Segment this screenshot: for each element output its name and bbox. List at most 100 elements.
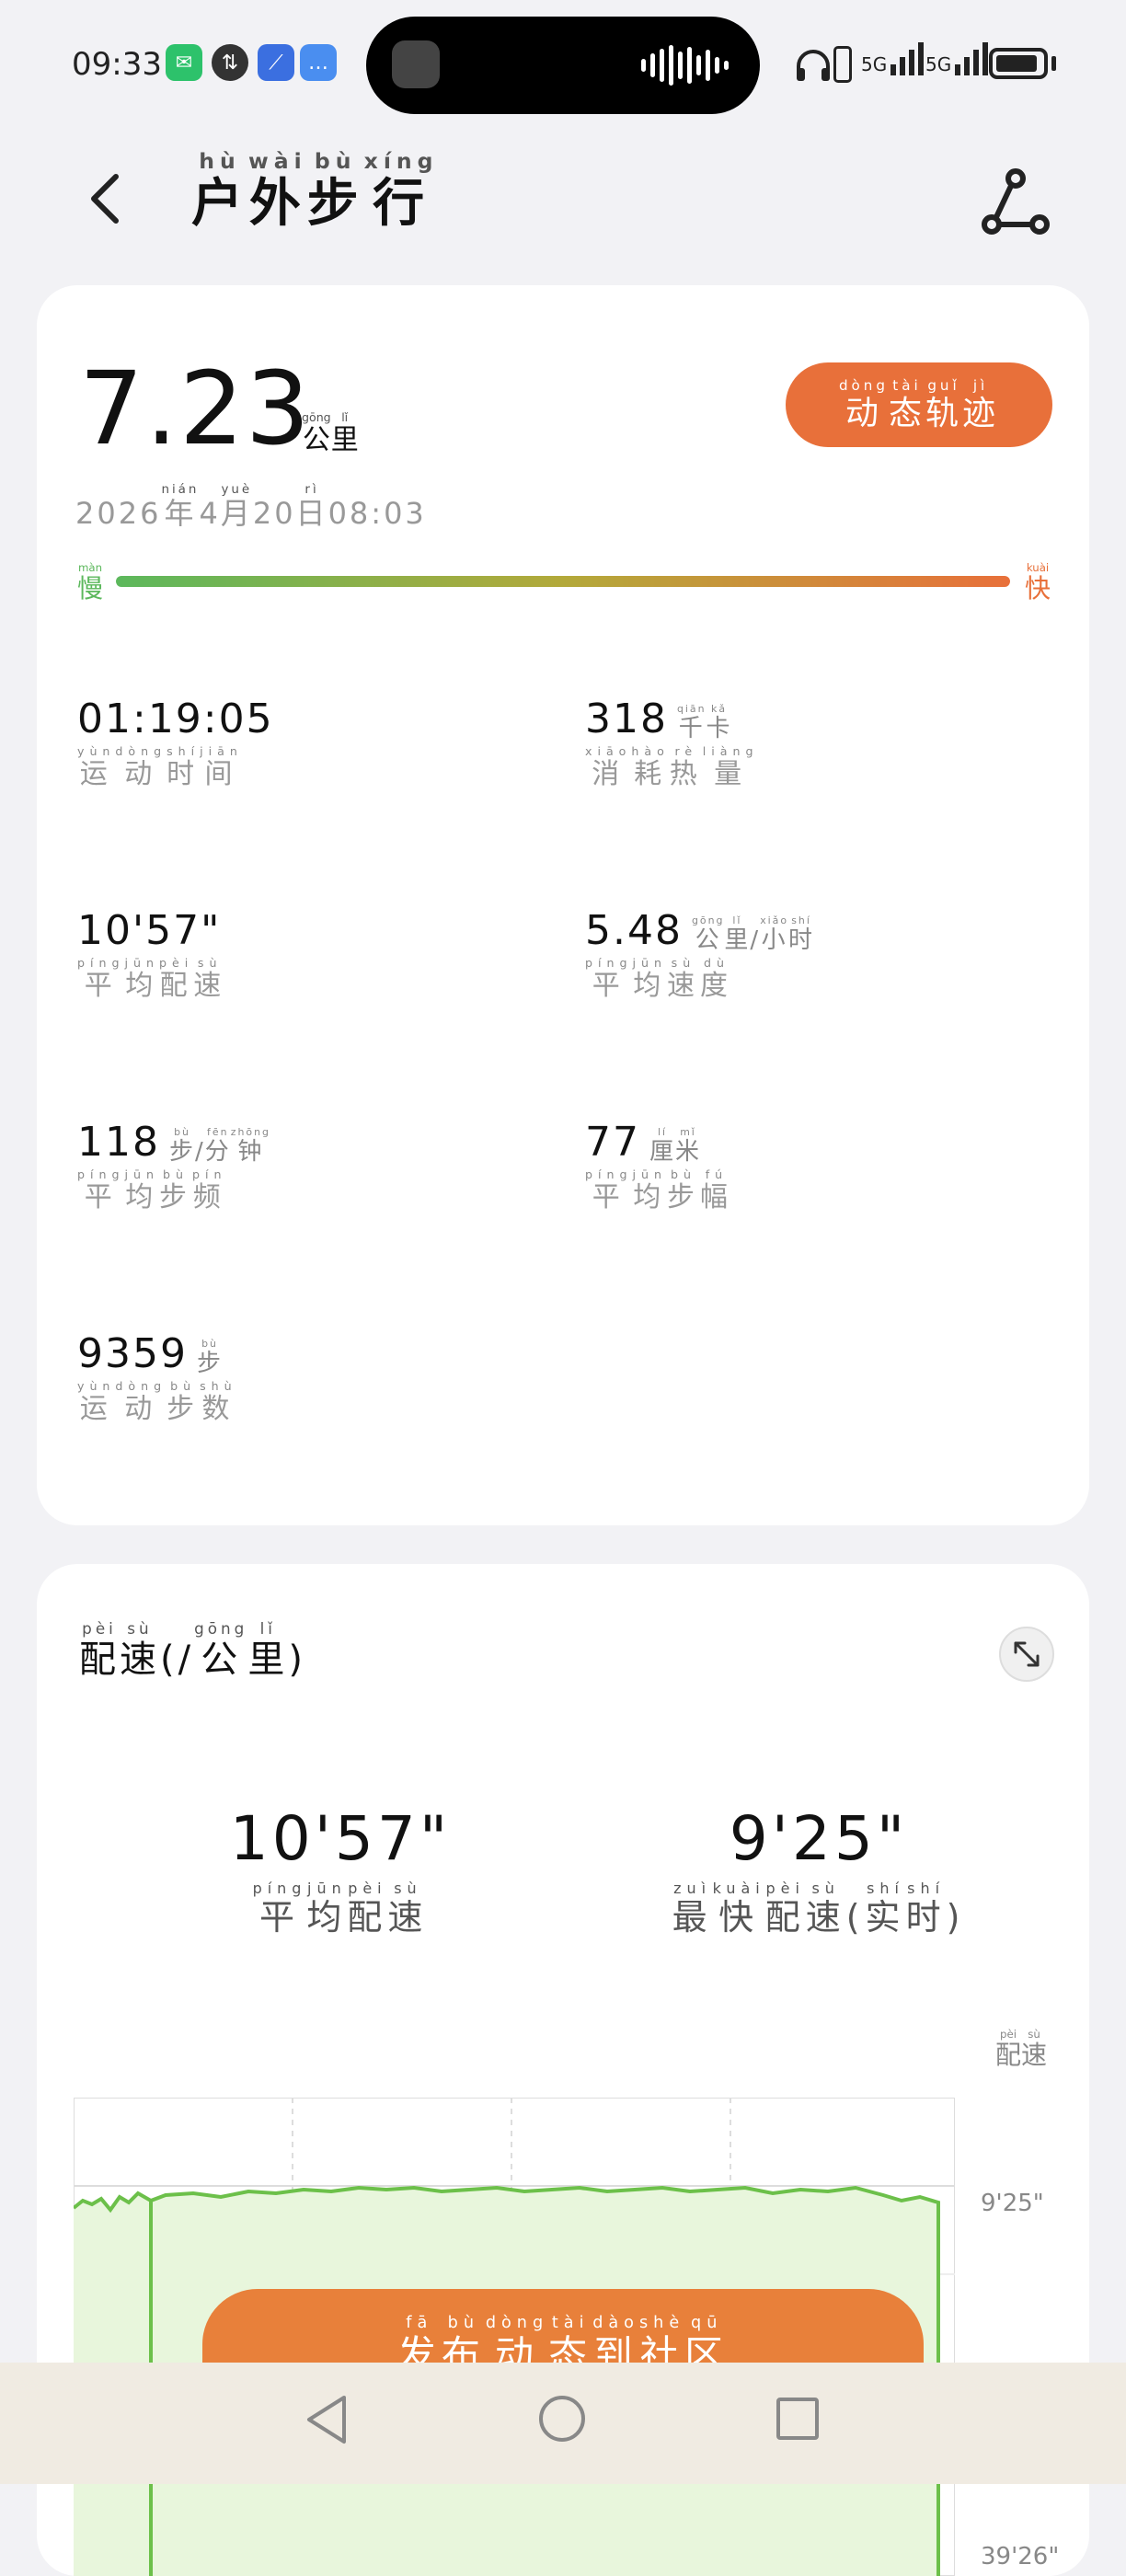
best-pace-value: 9'25" <box>729 1803 909 1874</box>
dynamic-island[interactable] <box>366 17 760 114</box>
headphones-icon <box>795 48 832 83</box>
stat-label: píng 平 jūn 均 bù 步 fú 幅 <box>585 1167 1063 1213</box>
ruby-char: yùn 运 <box>77 1379 116 1426</box>
stat-label: xiāo 消 hào 耗 rè 热 liàng 量 <box>585 744 1063 789</box>
battery-level <box>996 55 1037 72</box>
ruby-char: jūn 均 <box>124 956 159 1003</box>
stat-unit: bù 步 <box>197 1338 223 1376</box>
ruby-char: bù 步 <box>306 148 364 234</box>
expand-icon[interactable] <box>999 1627 1054 1682</box>
ruby-char: zhōng 钟 <box>230 1126 270 1167</box>
stat-unit: gōng 公 lǐ 里 / xiǎo 小 shí 时 <box>692 914 814 953</box>
stat-value: 118 <box>77 1119 160 1166</box>
ruby-char: pèi 配 <box>158 956 194 1003</box>
ruby-char: píng 平 <box>77 1167 125 1214</box>
stat-label: píng 平 jūn 均 bù 步 pín 频 <box>77 1167 556 1213</box>
ruby-char: hù 户 <box>191 148 248 234</box>
ruby-char: píng 平 <box>585 956 633 1003</box>
ruby-char: ( <box>845 1896 866 1938</box>
stat-value: 9359 <box>77 1330 188 1377</box>
best-pace-label: zuì 最 kuài 快 pèi 配 sù 速 (shí 实 shí 时 ) <box>626 1880 1012 1938</box>
ruby-char: lǐ 里 <box>247 1619 289 1681</box>
dynamic-track-button[interactable]: dòng 动 tài 态 guǐ 轨 jì 迹 <box>786 362 1052 447</box>
nav-home-icon[interactable] <box>539 2396 585 2442</box>
ruby-char: dù 度 <box>699 956 733 1003</box>
share-icon[interactable] <box>979 166 1052 239</box>
stat-label: píng 平 jūn 均 pèi 配 sù 速 <box>77 956 556 1001</box>
status-time: 09:33 <box>72 46 162 83</box>
ruby-char: shí 时 <box>905 1880 947 1938</box>
ruby-char: gōng 公 <box>691 914 725 955</box>
signal-1-icon: 5G <box>861 42 925 75</box>
ruby-char: lǐ 里 <box>330 410 359 457</box>
stat-value: 77 <box>585 1119 640 1166</box>
ruby-char: xiǎo 小 <box>760 914 789 955</box>
stat-value-row: 118 bù 步 / fēn 分 zhōng 钟 <box>77 1119 556 1166</box>
slow-label: màn 慢 <box>77 561 103 604</box>
stat-label: yùn 运 dòng 动 shí 时 jiān 间 <box>77 744 556 789</box>
ruby-char: hào 耗 <box>631 744 670 791</box>
ruby-char: dòng 动 <box>115 1379 167 1426</box>
stat-item: 77 lí 厘 mǐ 米 píng 平 jūn 均 bù 步 fú 幅 <box>585 1119 1063 1213</box>
stat-value: 10'57" <box>77 907 222 954</box>
avg-pace-value: 10'57" <box>229 1803 452 1874</box>
signal-2-icon: 5G <box>925 42 989 75</box>
browser-icon: ⟋ <box>258 44 294 81</box>
ruby-char: pèi 配 <box>79 1619 120 1681</box>
ruby-char: fú 幅 <box>699 1167 733 1214</box>
system-nav-bar <box>0 2363 1126 2484</box>
ruby-char: píng 平 <box>77 956 125 1003</box>
stat-value-row: 5.48 gōng 公 lǐ 里 / xiǎo 小 shí 时 <box>585 907 1063 954</box>
ruby-char: tài 态 <box>888 377 925 433</box>
chart-y-axis-label: pèi 配 sù 速 <box>995 2028 1047 2070</box>
ruby-char: jūn 均 <box>632 956 667 1003</box>
stat-item: 5.48 gōng 公 lǐ 里 / xiǎo 小 shí 时 píng 平 jūn 均 sù 速 dù 度 <box>585 907 1063 1001</box>
ruby-char: sù 速 <box>387 1880 429 1938</box>
avg-pace-label: píng 平 jūn 均 pèi 配 sù 速 <box>193 1880 488 1938</box>
ruby-char: kuài 快 <box>1025 561 1051 604</box>
ruby-char: zuì 最 <box>672 1880 713 1938</box>
ruby-char: bù 步 <box>196 1338 223 1378</box>
stat-value-row: 9359 bù 步 <box>77 1330 556 1377</box>
stat-label: yùn 运 dòng 动 bù 步 shù 数 <box>77 1379 556 1424</box>
ruby-char: fēn 分 <box>204 1126 231 1167</box>
distance-value: 7.23 <box>79 350 312 467</box>
ruby-char: sù 速 <box>193 956 227 1003</box>
speed-gradient-bar <box>116 576 1010 587</box>
ruby-char: xíng 行 <box>363 148 439 234</box>
back-icon[interactable] <box>86 171 123 226</box>
network-type-2: 5G <box>925 53 952 75</box>
battery-tip <box>1051 56 1056 71</box>
album-art-icon <box>392 40 440 88</box>
ruby-char: sù 速 <box>666 956 700 1003</box>
nav-recent-apps-icon[interactable] <box>776 2398 819 2440</box>
ruby-char: jūn 均 <box>632 1167 667 1214</box>
ruby-char: jūn 均 <box>306 1880 348 1938</box>
stat-unit: bù 步 / fēn 分 zhōng 钟 <box>169 1126 270 1165</box>
ruby-char: sù 速 <box>805 1880 846 1938</box>
ruby-char: 4 <box>199 496 221 532</box>
fast-label: kuài 快 <box>1025 561 1051 604</box>
ruby-char: guǐ 轨 <box>925 377 963 433</box>
stat-value: 5.48 <box>585 907 683 954</box>
summary-card: 7.23 gōng 公 lǐ 里 dòng 动 tài 态 guǐ 轨 jì 迹 2026 nián… <box>37 285 1089 1525</box>
ruby-char: shù 数 <box>200 1379 237 1426</box>
ruby-char: gōng 公 <box>194 1619 248 1681</box>
ruby-char: jì 迹 <box>962 377 1000 433</box>
ruby-char: 2026 <box>75 496 162 532</box>
ruby-char: xiāo 消 <box>585 744 632 791</box>
nav-back-icon[interactable] <box>304 2394 350 2449</box>
ruby-char: píng 平 <box>585 1167 633 1214</box>
ruby-char: pèi 配 <box>764 1880 806 1938</box>
pace-title: pèi 配 sù 速 (/gōng 公 lǐ 里 ) <box>79 1619 306 1680</box>
ruby-char: qiān 千 <box>676 703 707 743</box>
ruby-char: 20 <box>252 496 296 532</box>
ruby-char: dòng 动 <box>838 377 889 433</box>
ruby-char: kǎ 卡 <box>706 703 732 743</box>
stat-value: 318 <box>585 696 668 742</box>
ruby-char: bù 步 <box>158 1167 192 1214</box>
ruby-char: sù 速 <box>120 1619 160 1681</box>
ruby-char: rì 日 <box>295 483 328 532</box>
stat-value-row: 10'57" <box>77 907 556 954</box>
ruby-char: jiān 间 <box>200 744 243 791</box>
